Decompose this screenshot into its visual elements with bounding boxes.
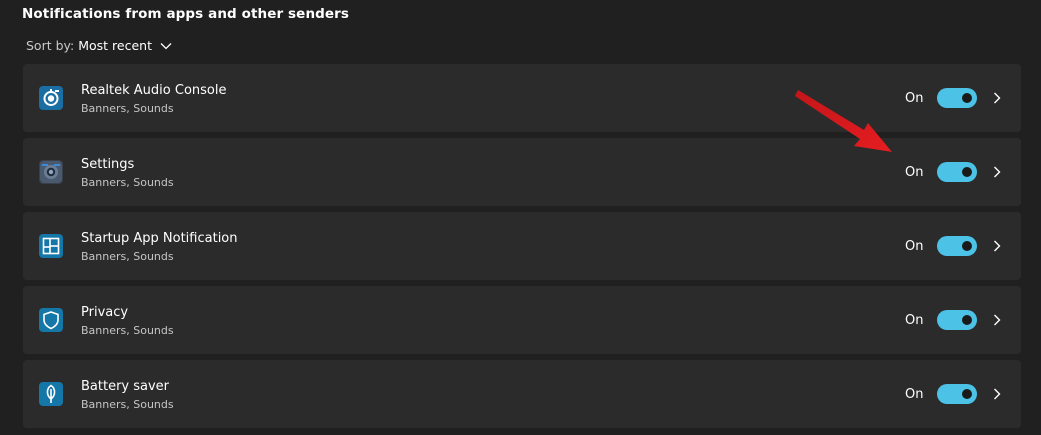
toggle-knob: [962, 241, 972, 251]
leaf-icon: [39, 382, 63, 406]
toggle-knob: [962, 167, 972, 177]
app-name: Settings: [81, 157, 135, 172]
app-name: Battery saver: [81, 379, 170, 394]
shield-icon: [39, 308, 63, 332]
notification-toggle[interactable]: [937, 88, 977, 108]
chevron-right-icon[interactable]: [989, 238, 1005, 254]
app-subtitle: Banners, Sounds: [81, 398, 174, 411]
app-row-battery-saver[interactable]: Battery saver Banners, Sounds On: [23, 360, 1021, 428]
chevron-right-icon[interactable]: [989, 386, 1005, 402]
app-subtitle: Banners, Sounds: [81, 250, 174, 263]
realtek-audio-icon: [39, 86, 63, 110]
sort-value: Most recent: [78, 38, 152, 53]
toggle-state-label: On: [905, 313, 924, 328]
sort-label: Sort by:: [26, 38, 75, 53]
toggle-state-label: On: [905, 239, 924, 254]
chevron-right-icon[interactable]: [989, 312, 1005, 328]
toggle-state-label: On: [905, 91, 924, 106]
notifications-settings-page: Notifications from apps and other sender…: [0, 0, 1041, 435]
startup-app-icon: [39, 234, 63, 258]
settings-gear-icon: [39, 160, 63, 184]
app-name: Startup App Notification: [81, 231, 238, 246]
chevron-right-icon[interactable]: [989, 164, 1005, 180]
app-row-privacy[interactable]: Privacy Banners, Sounds On: [23, 286, 1021, 354]
app-row-realtek-audio-console[interactable]: Realtek Audio Console Banners, Sounds On: [23, 64, 1021, 132]
app-row-settings[interactable]: Settings Banners, Sounds On: [23, 138, 1021, 206]
sort-dropdown[interactable]: Sort by: Most recent: [26, 38, 172, 53]
toggle-state-label: On: [905, 165, 924, 180]
notification-toggle[interactable]: [937, 384, 977, 404]
app-notification-list: Realtek Audio Console Banners, Sounds On: [23, 64, 1021, 434]
notification-toggle[interactable]: [937, 162, 977, 182]
chevron-down-icon: [160, 42, 172, 50]
toggle-knob: [962, 389, 972, 399]
toggle-knob: [962, 315, 972, 325]
toggle-knob: [962, 93, 972, 103]
toggle-state-label: On: [905, 387, 924, 402]
app-subtitle: Banners, Sounds: [81, 176, 174, 189]
notification-toggle[interactable]: [937, 310, 977, 330]
section-title: Notifications from apps and other sender…: [22, 6, 350, 22]
app-row-startup-app-notification[interactable]: Startup App Notification Banners, Sounds…: [23, 212, 1021, 280]
app-name: Privacy: [81, 305, 129, 320]
chevron-right-icon[interactable]: [989, 90, 1005, 106]
notification-toggle[interactable]: [937, 236, 977, 256]
app-subtitle: Banners, Sounds: [81, 324, 174, 337]
app-name: Realtek Audio Console: [81, 83, 227, 98]
app-subtitle: Banners, Sounds: [81, 102, 174, 115]
